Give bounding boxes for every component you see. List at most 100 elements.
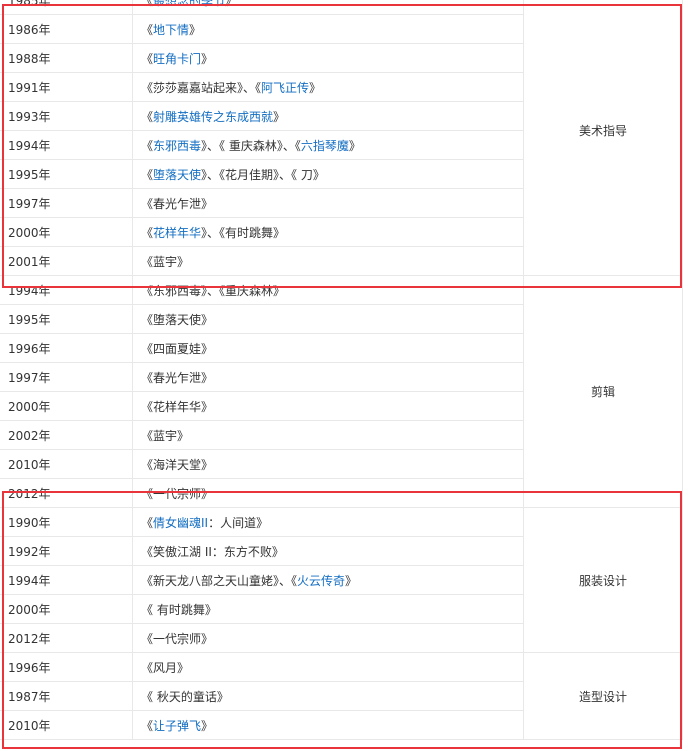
film-cell: 《蓝宇》 [132,246,524,276]
role-cell: 美术指导 [523,0,683,276]
film-text: 《 秋天的童话》 [141,689,229,704]
film-cell: 《花样年华》 [132,391,524,421]
film-text: 《堕落天使》 [141,312,214,327]
film-cell: 《 秋天的童话》 [132,681,524,711]
film-text: 《莎莎嘉嘉站起来》、《 [141,80,262,95]
film-text: 《 [141,22,154,37]
filmography-table: 1985年 《最想念的季节》 美术指导 1986年 《地下情》 1988年 《旺角卡门》 19… [0,0,683,740]
film-text: 》 [201,51,214,66]
table-row: 1985年 《最想念的季节》 美术指导 [0,0,683,276]
year-cell: 2010年 [0,449,133,479]
film-text: 《 [141,138,154,153]
film-link[interactable]: 旺角卡门 [153,52,201,66]
film-link[interactable]: 阿飞正传 [261,81,309,95]
year-cell: 1994年 [0,275,133,305]
film-text: 《四面夏娃》 [141,341,214,356]
table-row: 1990年 《倩女幽魂II：人间道》 服装设计 [0,507,683,653]
film-cell: 《让子弹飞》 [132,710,524,740]
film-text: 《东邪西毒》、《重庆森林》 [141,283,286,298]
film-cell: 《 有时跳舞》 [132,594,524,624]
film-link[interactable]: 射雕英雄传之东成西就 [153,110,273,124]
table-row: 1994年 《东邪西毒》、《重庆森林》 剪辑 [0,275,683,508]
film-text: 《蓝宇》 [141,254,190,269]
film-text: 》、《花月佳期》、《 刀》 [201,167,325,182]
film-cell: 《新天龙八部之天山童姥》、《火云传奇》 [132,565,524,595]
film-cell: 《海洋天堂》 [132,449,524,479]
film-text: 《一代宗师》 [141,631,214,646]
film-text: 《笑傲江湖 II：东方不败》 [141,544,284,559]
year-cell: 1997年 [0,362,133,392]
role-cell: 剪辑 [523,275,683,508]
year-cell: 2002年 [0,420,133,450]
film-link[interactable]: 六指琴魔 [301,139,349,153]
year-cell: 1988年 [0,43,133,73]
year-cell: 2000年 [0,594,133,624]
film-cell: 《旺角卡门》 [132,43,524,73]
year-cell: 1986年 [0,14,133,44]
film-cell: 《风月》 [132,652,524,682]
film-cell: 《东邪西毒》、《 重庆森林》、《六指琴魔》 [132,130,524,160]
year-cell: 1985年 [0,0,133,15]
year-cell: 1992年 [0,536,133,566]
role-cell: 服装设计 [523,507,683,653]
film-cell: 《春光乍泄》 [132,362,524,392]
film-text: 》 [273,109,286,124]
film-text: 《蓝宇》 [141,428,190,443]
year-cell: 1993年 [0,101,133,131]
film-text: 《 [141,167,154,182]
film-text: 》 [348,138,361,153]
year-cell: 1987年 [0,681,133,711]
year-cell: 1995年 [0,159,133,189]
film-text: 《 [141,51,154,66]
film-link[interactable]: 地下情 [153,23,189,37]
film-cell: 《倩女幽魂II：人间道》 [132,507,524,537]
film-text: 《风月》 [141,660,190,675]
film-link[interactable]: 让子弹飞 [153,719,201,733]
film-cell: 《地下情》 [132,14,524,44]
year-cell: 1995年 [0,304,133,334]
film-link[interactable]: 堕落天使 [153,168,201,182]
film-link[interactable]: 倩女幽魂II [153,516,208,530]
year-cell: 1991年 [0,72,133,102]
film-text: 《 有时跳舞》 [141,602,217,617]
year-cell: 1996年 [0,652,133,682]
film-cell: 《春光乍泄》 [132,188,524,218]
year-cell: 1994年 [0,130,133,160]
year-cell: 1996年 [0,333,133,363]
film-cell: 《东邪西毒》、《重庆森林》 [132,275,524,305]
film-text: 《海洋天堂》 [141,457,214,472]
film-text: 》 [345,573,358,588]
film-text: 》、《 重庆森林》、《 [201,138,301,153]
year-cell: 2012年 [0,623,133,653]
film-text: 》 [201,718,214,733]
table-row: 1996年 《风月》 造型设计 [0,652,683,740]
film-text: 《新天龙八部之天山童姥》、《 [141,573,298,588]
film-cell: 《一代宗师》 [132,623,524,653]
film-text: 《 [141,515,154,530]
film-cell: 《蓝宇》 [132,420,524,450]
film-link[interactable]: 火云传奇 [297,574,345,588]
film-link[interactable]: 东邪西毒 [153,139,201,153]
film-text: 》 [309,80,322,95]
filmography-table-body: 1985年 《最想念的季节》 美术指导 1986年 《地下情》 1988年 《旺角卡门》 19… [0,0,683,740]
film-text: 》 [189,22,202,37]
film-cell: 《射雕英雄传之东成西就》 [132,101,524,131]
film-cell: 《堕落天使》、《花月佳期》、《 刀》 [132,159,524,189]
year-cell: 1997年 [0,188,133,218]
film-cell: 《最想念的季节》 [132,0,524,15]
film-text: 《一代宗师》 [141,486,214,501]
film-text: 》 [225,0,238,8]
film-link[interactable]: 花样年华 [153,226,201,240]
year-cell: 1994年 [0,565,133,595]
year-cell: 2000年 [0,391,133,421]
film-text: 《 [141,109,154,124]
year-cell: 2001年 [0,246,133,276]
film-cell: 《莎莎嘉嘉站起来》、《阿飞正传》 [132,72,524,102]
year-cell: 2012年 [0,478,133,508]
film-text: 《花样年华》 [141,399,214,414]
film-text: 《 [141,0,154,8]
year-cell: 2010年 [0,710,133,740]
film-text: ：人间道》 [208,515,269,530]
film-link[interactable]: 最想念的季节 [153,0,225,8]
film-cell: 《堕落天使》 [132,304,524,334]
